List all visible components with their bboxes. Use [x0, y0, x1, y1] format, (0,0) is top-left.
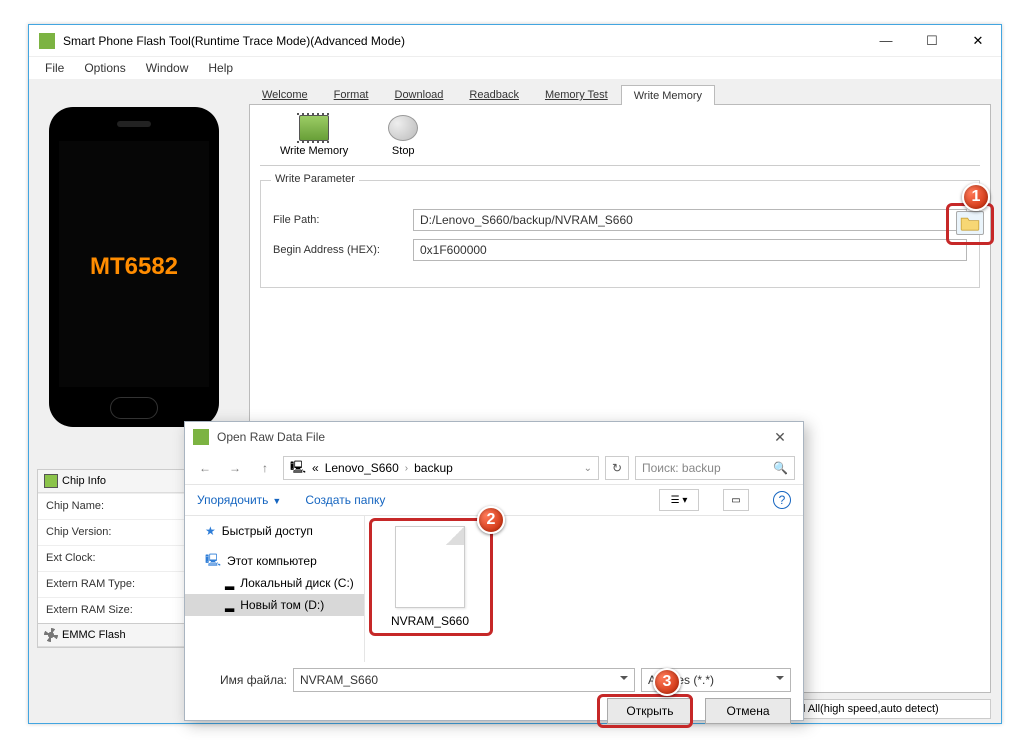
annotation-box-3 [597, 694, 693, 728]
menu-options[interactable]: Options [74, 59, 135, 77]
help-button[interactable]: ? [773, 491, 791, 509]
gear-icon [44, 628, 58, 642]
annotation-marker-1: 1 [962, 183, 990, 211]
nav-forward-button[interactable]: → [223, 456, 247, 480]
close-button[interactable]: ✕ [955, 25, 1001, 57]
tree-drive-d[interactable]: ▂Новый том (D:) [185, 594, 364, 616]
menubar: File Options Window Help [29, 57, 1001, 79]
tab-memtest[interactable]: Memory Test [532, 84, 621, 104]
annotation-marker-2: 2 [477, 506, 505, 534]
titlebar: Smart Phone Flash Tool(Runtime Trace Mod… [29, 25, 1001, 57]
nav-up-button[interactable]: ↑ [253, 456, 277, 480]
refresh-button[interactable]: ↻ [605, 456, 629, 480]
search-input[interactable]: Поиск: backup 🔍 [635, 456, 795, 480]
nav-back-button[interactable]: ← [193, 456, 217, 480]
group-legend: Write Parameter [271, 173, 359, 185]
breadcrumb-folder-b[interactable]: backup [414, 461, 453, 475]
cancel-button[interactable]: Отмена [705, 698, 791, 724]
preview-pane-button[interactable]: ▭ [723, 489, 749, 511]
filename-input[interactable]: NVRAM_S660 [293, 668, 635, 692]
open-file-dialog: Open Raw Data File ✕ ← → ↑ 🖳 « Lenovo_S6… [184, 421, 804, 721]
dialog-titlebar: Open Raw Data File ✕ [185, 422, 803, 452]
breadcrumb[interactable]: 🖳 « Lenovo_S660 › backup ⌄ [283, 456, 599, 480]
filename-label: Имя файла: [197, 673, 287, 687]
annotation-marker-3: 3 [653, 668, 681, 696]
filepath-label: File Path: [273, 214, 413, 226]
maximize-button[interactable]: ☐ [909, 25, 955, 57]
chip-icon [44, 474, 58, 488]
tree-this-pc[interactable]: 🖳Этот компьютер [185, 550, 364, 572]
dialog-close-button[interactable]: ✕ [765, 429, 795, 446]
file-list[interactable]: NVRAM_S660 2 [365, 516, 803, 662]
organize-button[interactable]: Упорядочить▼ [197, 493, 281, 507]
minimize-button[interactable]: — [863, 25, 909, 57]
dialog-icon [193, 429, 209, 445]
begin-address-label: Begin Address (HEX): [273, 244, 413, 256]
write-memory-button[interactable]: Write Memory [280, 115, 348, 157]
menu-help[interactable]: Help [198, 59, 243, 77]
menu-file[interactable]: File [35, 59, 74, 77]
tab-format[interactable]: Format [321, 84, 382, 104]
tab-bar: Welcome Format Download Readback Memory … [249, 83, 991, 105]
chevron-down-icon[interactable]: ⌄ [584, 463, 592, 474]
filepath-input[interactable] [413, 209, 967, 231]
tree-quick-access[interactable]: ★Быстрый доступ [185, 520, 364, 542]
stop-button[interactable]: Stop [388, 115, 418, 157]
window-title: Smart Phone Flash Tool(Runtime Trace Mod… [63, 34, 863, 48]
file-icon [395, 526, 465, 608]
folder-tree: ★Быстрый доступ 🖳Этот компьютер ▂Локальн… [185, 516, 365, 662]
pc-icon: 🖳 [290, 458, 306, 479]
soc-label: MT6582 [49, 253, 219, 281]
write-parameter-group: Write Parameter File Path: Begin Address… [260, 180, 980, 288]
write-memory-label: Write Memory [280, 145, 348, 157]
menu-window[interactable]: Window [136, 59, 199, 77]
device-preview: MT6582 [49, 107, 219, 427]
new-folder-button[interactable]: Создать папку [305, 493, 385, 507]
chip-icon [299, 115, 329, 141]
tab-download[interactable]: Download [382, 84, 457, 104]
tab-welcome[interactable]: Welcome [249, 84, 321, 104]
stop-label: Stop [392, 145, 415, 157]
breadcrumb-folder-a[interactable]: Lenovo_S660 [325, 461, 399, 475]
main-window: Smart Phone Flash Tool(Runtime Trace Mod… [28, 24, 1002, 724]
view-mode-button[interactable]: ☰ ▾ [659, 489, 699, 511]
tree-drive-c[interactable]: ▂Локальный диск (C:) [185, 572, 364, 594]
search-icon: 🔍 [773, 461, 788, 475]
app-icon [39, 33, 55, 49]
tab-readback[interactable]: Readback [456, 84, 532, 104]
dialog-footer: Имя файла: NVRAM_S660 All Files (*.*) 3 … [185, 662, 803, 734]
content-area: MT6582 Welcome Format Download Readback … [29, 79, 1001, 723]
dialog-title: Open Raw Data File [217, 430, 325, 444]
dialog-nav: ← → ↑ 🖳 « Lenovo_S660 › backup ⌄ ↻ Поиск… [185, 452, 803, 484]
tab-write-memory[interactable]: Write Memory [621, 85, 715, 105]
begin-address-input[interactable] [413, 239, 967, 261]
stop-icon [388, 115, 418, 141]
